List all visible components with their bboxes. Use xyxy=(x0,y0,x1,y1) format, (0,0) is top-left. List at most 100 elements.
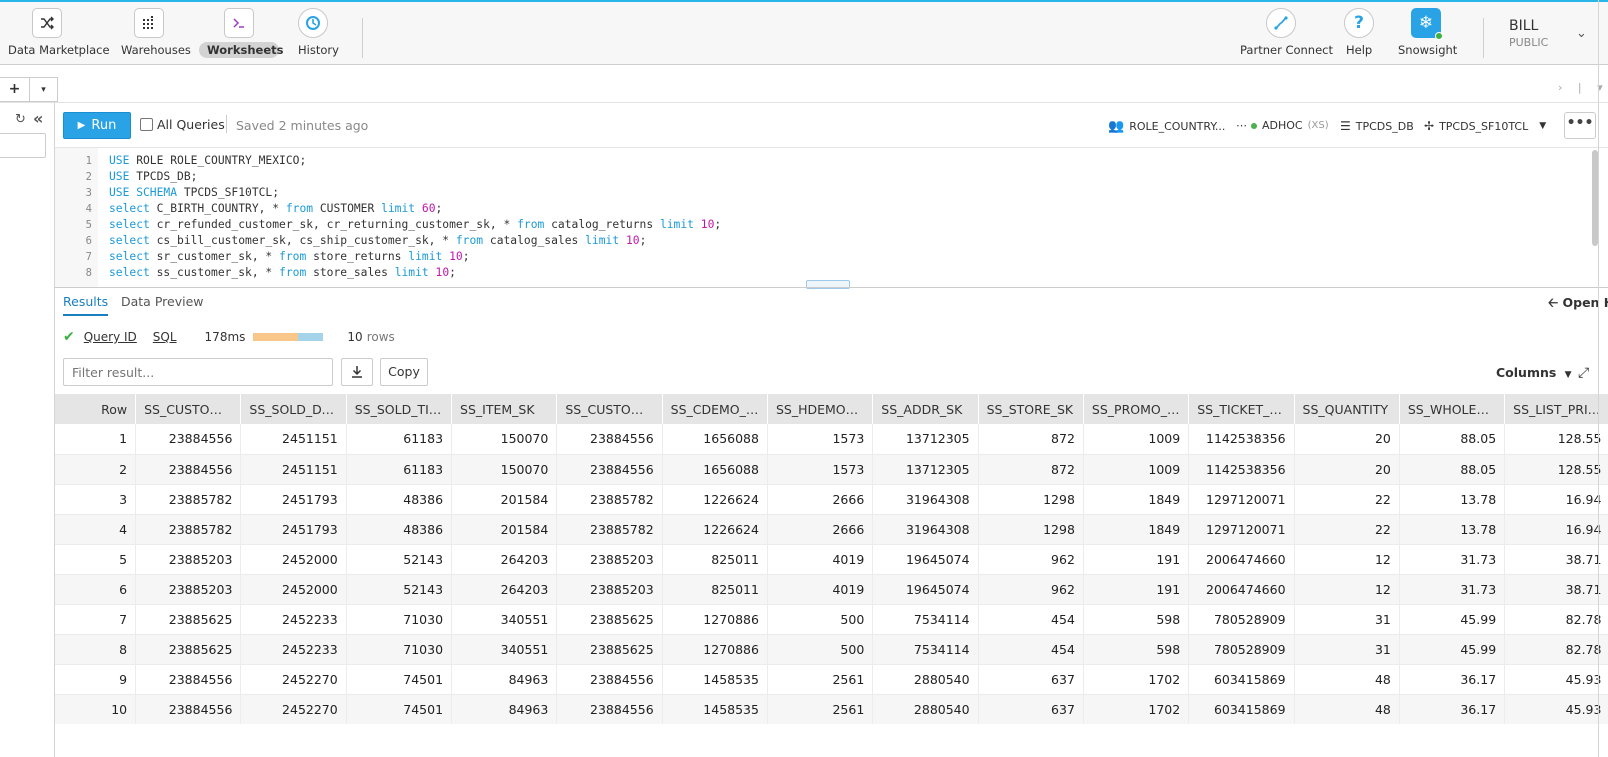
table-cell[interactable]: 4019 xyxy=(767,574,874,605)
table-cell[interactable]: 52143 xyxy=(346,544,453,575)
table-cell[interactable]: 23885625 xyxy=(556,604,663,635)
table-cell[interactable]: 23884556 xyxy=(556,664,663,695)
nav-history[interactable]: History xyxy=(290,8,339,58)
table-cell[interactable]: 7534114 xyxy=(872,604,979,635)
table-cell[interactable]: 36.17 xyxy=(1399,694,1506,724)
nav-data-marketplace[interactable]: Data Marketplace xyxy=(0,8,110,58)
nav-help[interactable]: ? Help xyxy=(1338,8,1380,58)
table-cell[interactable]: 150070 xyxy=(451,424,558,455)
table-cell[interactable]: 2666 xyxy=(767,514,874,545)
table-cell[interactable]: 23884556 xyxy=(135,694,242,724)
table-cell[interactable]: 637 xyxy=(978,694,1084,724)
column-header[interactable]: SS_PROMO_SK... xyxy=(1083,394,1190,424)
table-cell[interactable]: 780528909 xyxy=(1188,604,1295,635)
column-header[interactable]: SS_STORE_SK xyxy=(978,394,1084,424)
table-cell[interactable]: 201584 xyxy=(451,484,558,515)
table-cell[interactable]: 598 xyxy=(1083,604,1190,635)
tab-data-preview[interactable]: Data Preview xyxy=(121,294,203,309)
table-cell[interactable]: 637 xyxy=(978,664,1084,695)
table-row[interactable]: 3 23885782 2451793 48386 201584 23885782 12266… xyxy=(55,484,1608,515)
column-header[interactable]: SS_SOLD_TIME_ xyxy=(346,394,453,424)
table-cell[interactable]: 4019 xyxy=(767,544,874,575)
table-cell[interactable]: 88.05 xyxy=(1399,454,1506,485)
table-cell[interactable]: 2561 xyxy=(767,664,874,695)
table-cell[interactable]: 1573 xyxy=(767,454,874,485)
table-cell[interactable]: 74501 xyxy=(346,694,453,724)
code-line[interactable]: 4 select C_BIRTH_COUNTRY, * from CUSTOMER… xyxy=(55,201,721,217)
table-cell[interactable]: 191 xyxy=(1083,574,1190,605)
table-cell[interactable]: 1702 xyxy=(1083,664,1190,695)
table-cell[interactable]: 38.71 xyxy=(1504,574,1608,605)
table-cell[interactable]: 500 xyxy=(767,604,874,635)
table-cell[interactable]: 1226624 xyxy=(662,514,768,545)
table-cell[interactable]: 12 xyxy=(1294,544,1400,575)
chevron-down-icon[interactable]: ⌄ xyxy=(1576,26,1587,41)
role-selector[interactable]: 👥 ROLE_COUNTRY... xyxy=(1108,119,1225,134)
table-cell[interactable]: 454 xyxy=(978,604,1084,635)
user-menu[interactable]: BILL PUBLIC xyxy=(1509,18,1548,49)
table-cell[interactable]: 598 xyxy=(1083,634,1190,665)
table-cell[interactable]: 264203 xyxy=(451,574,558,605)
table-cell[interactable]: 825011 xyxy=(662,544,768,575)
column-header[interactable]: SS_ADDR_SK xyxy=(872,394,979,424)
table-cell[interactable]: 2452233 xyxy=(240,634,347,665)
table-cell[interactable]: 23884556 xyxy=(135,424,242,455)
table-cell[interactable]: 23885782 xyxy=(556,514,663,545)
table-cell[interactable]: 31964308 xyxy=(872,514,979,545)
table-cell[interactable]: 264203 xyxy=(451,544,558,575)
schema-selector[interactable]: ✢ TPCDS_SF10TCL ▼ xyxy=(1424,119,1546,133)
add-worksheet-button[interactable]: + xyxy=(0,77,30,102)
tab-results[interactable]: Results xyxy=(63,294,109,316)
table-cell[interactable]: 31964308 xyxy=(872,484,979,515)
table-cell[interactable]: 1009 xyxy=(1083,454,1190,485)
table-cell[interactable]: 20 xyxy=(1294,454,1400,485)
table-cell[interactable]: 23885782 xyxy=(135,484,242,515)
table-cell[interactable]: 962 xyxy=(978,544,1084,575)
table-cell[interactable]: 48 xyxy=(1294,694,1400,724)
table-cell[interactable]: 48 xyxy=(1294,664,1400,695)
row-number-cell[interactable]: 8 xyxy=(55,634,137,665)
table-cell[interactable]: 1458535 xyxy=(662,694,768,724)
table-cell[interactable]: 2880540 xyxy=(872,694,979,724)
table-row[interactable]: 5 23885203 2452000 52143 264203 23885203 82501… xyxy=(55,544,1608,575)
table-cell[interactable]: 23884556 xyxy=(135,454,242,485)
table-cell[interactable]: 2452270 xyxy=(240,664,347,695)
table-cell[interactable]: 1270886 xyxy=(662,634,768,665)
table-cell[interactable]: 23884556 xyxy=(556,454,663,485)
column-header[interactable]: SS_ITEM_SK xyxy=(451,394,558,424)
table-cell[interactable]: 603415869 xyxy=(1188,694,1295,724)
table-row[interactable]: 9 23884556 2452270 74501 84963 23884556 145853… xyxy=(55,664,1608,695)
table-row[interactable]: 8 23885625 2452233 71030 340551 23885625 12708… xyxy=(55,634,1608,665)
table-cell[interactable]: 128.55 xyxy=(1504,454,1608,485)
table-row[interactable]: 4 23885782 2451793 48386 201584 23885782 12266… xyxy=(55,514,1608,545)
table-row[interactable]: 6 23885203 2452000 52143 264203 23885203 82501… xyxy=(55,574,1608,605)
table-cell[interactable]: 2451793 xyxy=(240,484,347,515)
table-cell[interactable]: 1297120071 xyxy=(1188,484,1295,515)
code-line[interactable]: 6 select cs_bill_customer_sk, cs_ship_cus… xyxy=(55,233,721,249)
table-cell[interactable]: 31.73 xyxy=(1399,544,1506,575)
table-cell[interactable]: 2451151 xyxy=(240,454,347,485)
all-queries-toggle[interactable]: All Queries xyxy=(140,117,225,132)
column-header[interactable]: SS_HDEMO_SK... xyxy=(767,394,874,424)
column-header[interactable]: SS_CUSTOMER_ xyxy=(135,394,242,424)
table-cell[interactable]: 603415869 xyxy=(1188,664,1295,695)
table-cell[interactable]: 1702 xyxy=(1083,694,1190,724)
table-cell[interactable]: 74501 xyxy=(346,664,453,695)
query-id-link[interactable]: Query ID xyxy=(84,330,137,344)
table-cell[interactable]: 19645074 xyxy=(872,544,979,575)
table-cell[interactable]: 7534114 xyxy=(872,634,979,665)
table-cell[interactable]: 1656088 xyxy=(662,424,768,455)
column-header-row[interactable]: Row xyxy=(55,394,137,424)
table-cell[interactable]: 23885203 xyxy=(556,544,663,575)
table-cell[interactable]: 780528909 xyxy=(1188,634,1295,665)
table-cell[interactable]: 340551 xyxy=(451,604,558,635)
collapse-panel-icon[interactable]: « xyxy=(33,109,43,128)
nav-warehouses[interactable]: Warehouses xyxy=(113,8,191,58)
refresh-icon[interactable]: ↻ xyxy=(15,112,26,127)
table-cell[interactable]: 71030 xyxy=(346,604,453,635)
code-line[interactable]: 5 select cr_refunded_customer_sk, cr_retu… xyxy=(55,217,721,233)
row-number-cell[interactable]: 5 xyxy=(55,544,137,575)
object-search-input[interactable] xyxy=(0,133,46,158)
table-cell[interactable]: 12 xyxy=(1294,574,1400,605)
nav-worksheets[interactable]: Worksheets xyxy=(199,8,283,58)
